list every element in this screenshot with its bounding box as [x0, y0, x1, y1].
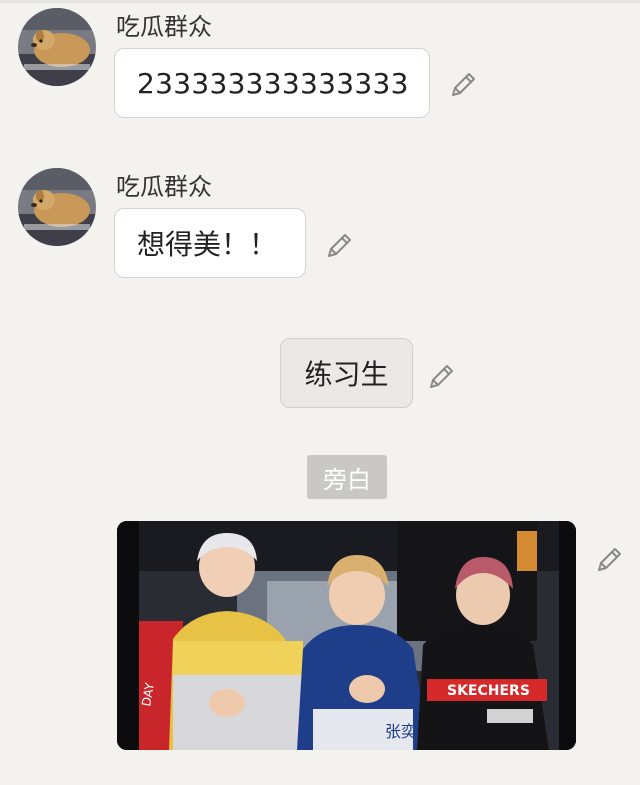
dog-avatar-icon: [18, 168, 96, 246]
sender-avatar[interactable]: [18, 8, 96, 86]
top-divider: [0, 0, 640, 3]
centered-message-bubble[interactable]: 练习生: [280, 338, 413, 408]
sender-avatar[interactable]: [18, 168, 96, 246]
sender-name: 吃瓜群众: [116, 173, 212, 201]
narration-label: 旁白: [323, 465, 371, 494]
brand-text: SKECHERS: [447, 683, 530, 699]
image-message[interactable]: DAY 张奕 SKECHERS: [117, 521, 576, 750]
sender-name: 吃瓜群众: [116, 13, 212, 41]
pencil-icon[interactable]: [593, 544, 625, 576]
photo-three-performers-icon: DAY 张奕 SKECHERS: [117, 521, 576, 750]
dog-avatar-icon: [18, 8, 96, 86]
chat-screen: 吃瓜群众 233333333333333 吃瓜群众 想得美！！ 练习生 旁白 D…: [0, 0, 640, 785]
narration-tag[interactable]: 旁白: [307, 455, 387, 499]
message-bubble[interactable]: 233333333333333: [114, 48, 430, 118]
pencil-icon[interactable]: [447, 69, 479, 101]
message-bubble[interactable]: 想得美！！: [114, 208, 306, 278]
pencil-icon[interactable]: [323, 230, 355, 262]
message-text: 练习生: [304, 358, 389, 391]
pencil-icon[interactable]: [425, 361, 457, 393]
name-text: 张奕: [385, 722, 417, 741]
message-text: 233333333333333: [137, 66, 409, 100]
message-text: 想得美！！: [137, 228, 278, 261]
